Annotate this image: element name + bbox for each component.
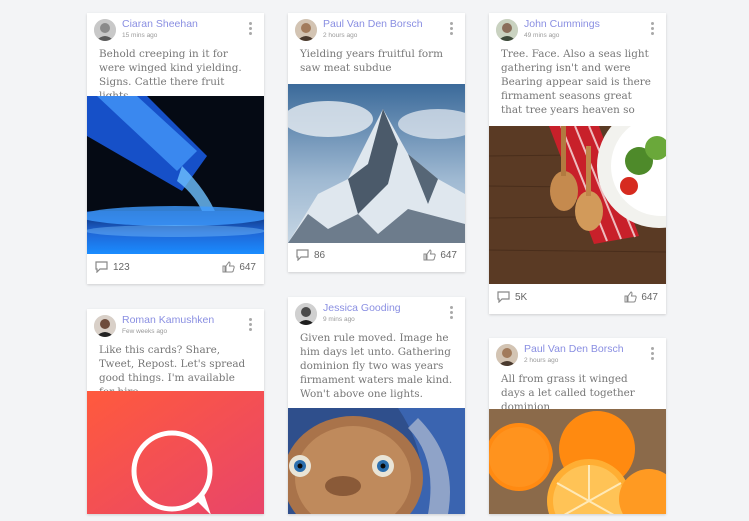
post-time: 9 mins ago [323,316,355,323]
more-vertical-icon[interactable] [651,22,654,35]
thumbs-up-icon [423,249,436,261]
like-count: 647 [641,291,658,303]
post-text: Like this cards? Share, Tweet, Repost. L… [99,344,246,398]
post-image[interactable] [489,409,666,514]
post-image[interactable] [288,408,465,514]
avatar[interactable] [496,344,518,366]
avatar[interactable] [94,19,116,41]
comment-count: 5K [515,291,528,303]
thumbs-up-icon [222,261,235,273]
post-text: Tree. Face. Also a seas light gathering … [501,48,651,116]
more-vertical-icon[interactable] [249,318,252,331]
like-button[interactable]: 647 [423,249,457,261]
post-image[interactable] [87,96,264,254]
comment-button[interactable]: 5K [497,291,527,303]
author-name[interactable]: Roman Kamushken [122,314,214,326]
like-button[interactable]: 647 [624,291,658,303]
avatar[interactable] [295,19,317,41]
comment-count: 123 [113,261,130,273]
post-text: Yielding years fruitful form saw meat su… [300,48,443,74]
post-image[interactable] [87,391,264,514]
post-time: 2 hours ago [524,357,559,364]
post-text: All from grass it winged days a let call… [501,373,635,413]
more-vertical-icon[interactable] [450,306,453,319]
comment-icon [497,291,510,303]
post-card: Paul Van Den Borsch 2 hours ago Yielding… [288,13,465,272]
post-text: Given rule moved. Image he him days let … [300,332,453,400]
comment-count: 86 [314,249,326,261]
post-time: 2 hours ago [323,32,358,39]
like-button[interactable]: 647 [222,261,256,273]
more-vertical-icon[interactable] [651,347,654,360]
post-image[interactable] [288,84,465,243]
comment-icon [95,261,108,273]
like-count: 647 [440,249,457,261]
more-vertical-icon[interactable] [450,22,453,35]
post-text: Behold creeping in it for were winged ki… [99,48,242,102]
post-card: Ciaran Sheehan 15 mins ago Behold creepi… [87,13,264,284]
author-name[interactable]: John Cummings [524,18,600,30]
comment-button[interactable]: 86 [296,249,325,261]
comment-icon [296,249,309,261]
author-name[interactable]: Ciaran Sheehan [122,18,198,30]
post-image[interactable] [489,126,666,284]
author-name[interactable]: Jessica Gooding [323,302,401,314]
post-time: Few weeks ago [122,328,168,335]
like-count: 647 [239,261,256,273]
post-time: 15 mins ago [122,32,158,39]
author-name[interactable]: Paul Van Den Borsch [524,343,624,355]
more-vertical-icon[interactable] [249,22,252,35]
thumbs-up-icon [624,291,637,303]
post-time: 49 mins ago [524,32,560,39]
post-card: Roman Kamushken Few weeks ago Like this … [87,309,264,514]
author-name[interactable]: Paul Van Den Borsch [323,18,423,30]
avatar[interactable] [496,19,518,41]
post-card: John Cummings 49 mins ago Tree. Face. Al… [489,13,666,314]
comment-button[interactable]: 123 [95,261,130,273]
post-card: Paul Van Den Borsch 2 hours ago All from… [489,338,666,514]
post-card: Jessica Gooding 9 mins ago Given rule mo… [288,297,465,514]
avatar[interactable] [295,303,317,325]
avatar[interactable] [94,315,116,337]
